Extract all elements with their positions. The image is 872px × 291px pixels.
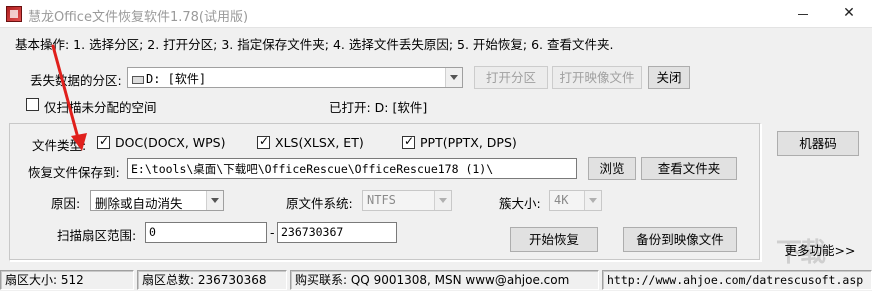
close-partition-button[interactable]: 关闭 [648,66,690,89]
start-recovery-button[interactable]: 开始恢复 [510,227,598,252]
fs-selected-value: NTFS [367,193,396,207]
close-window-button[interactable]: ✕ [826,0,872,28]
reason-select[interactable]: 删除或自动消失 [90,190,224,211]
doc-checkbox[interactable] [97,134,110,149]
partition-label: 丢失数据的分区: [30,73,122,88]
status-url-link[interactable]: http://www.ahjoe.com/datrescusoft.asp [602,270,872,290]
scan-start-value: 0 [149,225,156,239]
xls-checkbox[interactable] [257,134,270,149]
xls-label: XLS(XLSX, ET) [275,135,364,150]
title-bar: 慧龙Office文件恢复软件1.78(试用版) ✕ [0,0,872,28]
drive-icon [132,75,144,84]
save-path-input[interactable]: E:\tools\桌面\下载吧\OfficeRescue\OfficeRescu… [127,158,577,179]
unallocated-only-label: 仅扫描未分配的空间 [44,100,157,115]
reason-selected-value: 删除或自动消失 [95,196,183,211]
partition-select[interactable]: D: [软件] [127,67,463,88]
scan-start-input[interactable]: 0 [145,222,267,243]
fs-select[interactable]: NTFS [362,190,452,211]
cluster-select[interactable]: 4K [549,190,602,211]
window-title: 慧龙Office文件恢复软件1.78(试用版) [28,10,249,25]
view-folder-button[interactable]: 查看文件夹 [641,157,737,180]
opened-partition-status: 已打开: D: [软件] [329,100,428,115]
file-types-label: 文件类型: [32,138,87,153]
open-image-button[interactable]: 打开映像文件 [552,66,642,89]
chevron-down-icon[interactable] [584,191,601,210]
backup-to-image-button[interactable]: 备份到映像文件 [623,227,737,252]
open-partition-button[interactable]: 打开分区 [474,66,548,89]
ppt-checkbox[interactable] [402,134,415,149]
browse-button[interactable]: 浏览 [588,157,636,180]
app-icon [6,6,22,22]
status-bar: 扇区大小: 512 扇区总数: 236730368 购买联系: QQ 90013… [0,268,872,291]
partition-selected-value: D: [软件] [146,72,207,86]
machine-code-button[interactable]: 机器码 [777,131,859,156]
scan-end-value: 236730367 [281,225,344,239]
minimize-button[interactable] [780,0,826,28]
steps-instructions: 基本操作: 1. 选择分区; 2. 打开分区; 3. 指定保存文件夹; 4. 选… [15,37,614,52]
scan-range-label: 扫描扇区范围: [57,228,137,243]
ppt-label: PPT(PPTX, DPS) [420,135,517,150]
save-to-label: 恢复文件保存到: [28,165,120,180]
save-path-value: E:\tools\桌面\下载吧\OfficeRescue\OfficeRescu… [131,162,494,176]
status-sector-total: 扇区总数: 236730368 [137,270,287,290]
chevron-down-icon[interactable] [445,68,462,87]
fs-label: 原文件系统: [286,196,353,211]
more-features-button[interactable]: 更多功能>> [781,240,859,262]
cluster-selected-value: 4K [554,193,569,207]
chevron-down-icon[interactable] [434,191,451,210]
unallocated-only-checkbox[interactable] [26,98,39,111]
status-sector-size: 扇区大小: 512 [0,270,134,290]
cluster-label: 簇大小: [499,196,541,211]
scan-range-separator: - [270,225,275,240]
scan-end-input[interactable]: 236730367 [277,222,397,243]
chevron-down-icon[interactable] [206,191,223,210]
doc-label: DOC(DOCX, WPS) [115,135,226,150]
reason-label: 原因: [51,196,81,211]
status-contact: 购买联系: QQ 9001308, MSN www@ahjoe.com [290,270,599,290]
